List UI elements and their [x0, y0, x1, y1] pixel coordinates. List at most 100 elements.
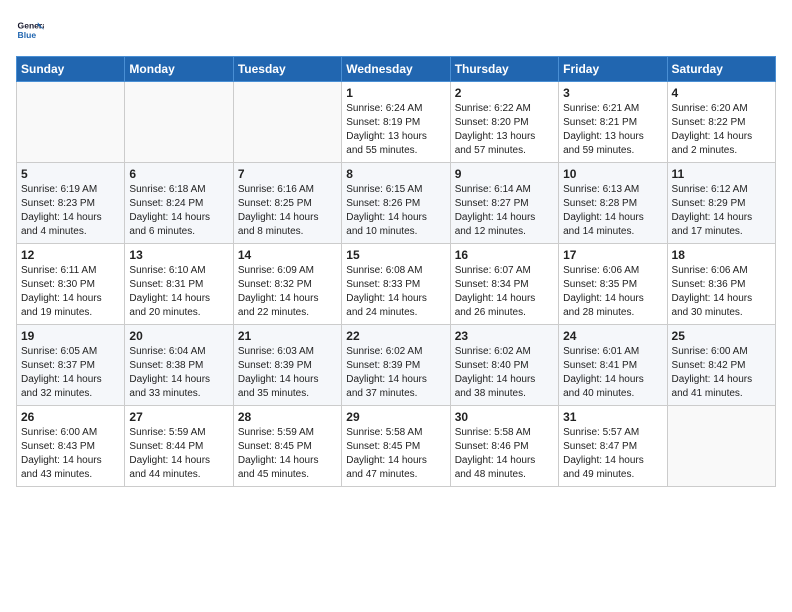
calendar-cell: 30 Sunrise: 5:58 AMSunset: 8:46 PMDayligh… — [450, 406, 558, 487]
day-number: 7 — [238, 167, 337, 181]
day-number: 26 — [21, 410, 120, 424]
calendar-cell: 14 Sunrise: 6:09 AMSunset: 8:32 PMDayligh… — [233, 244, 341, 325]
day-number: 28 — [238, 410, 337, 424]
calendar-table: SundayMondayTuesdayWednesdayThursdayFrid… — [16, 56, 776, 487]
calendar-cell: 6 Sunrise: 6:18 AMSunset: 8:24 PMDaylight… — [125, 163, 233, 244]
day-number: 20 — [129, 329, 228, 343]
calendar-cell: 17 Sunrise: 6:06 AMSunset: 8:35 PMDayligh… — [559, 244, 667, 325]
calendar-cell: 8 Sunrise: 6:15 AMSunset: 8:26 PMDaylight… — [342, 163, 450, 244]
cell-info: Sunrise: 6:24 AMSunset: 8:19 PMDaylight:… — [346, 102, 445, 158]
calendar-header-row: SundayMondayTuesdayWednesdayThursdayFrid… — [17, 57, 776, 82]
day-header-thursday: Thursday — [450, 57, 558, 82]
calendar-cell: 19 Sunrise: 6:05 AMSunset: 8:37 PMDayligh… — [17, 325, 125, 406]
day-number: 30 — [455, 410, 554, 424]
day-number: 13 — [129, 248, 228, 262]
day-number: 23 — [455, 329, 554, 343]
cell-info: Sunrise: 6:18 AMSunset: 8:24 PMDaylight:… — [129, 183, 228, 239]
calendar-cell: 18 Sunrise: 6:06 AMSunset: 8:36 PMDayligh… — [667, 244, 775, 325]
calendar-cell: 4 Sunrise: 6:20 AMSunset: 8:22 PMDaylight… — [667, 82, 775, 163]
cell-info: Sunrise: 6:01 AMSunset: 8:41 PMDaylight:… — [563, 345, 662, 401]
svg-text:Blue: Blue — [18, 30, 37, 40]
calendar-cell: 29 Sunrise: 5:58 AMSunset: 8:45 PMDayligh… — [342, 406, 450, 487]
day-header-tuesday: Tuesday — [233, 57, 341, 82]
day-header-saturday: Saturday — [667, 57, 775, 82]
calendar-cell: 1 Sunrise: 6:24 AMSunset: 8:19 PMDaylight… — [342, 82, 450, 163]
calendar-cell: 23 Sunrise: 6:02 AMSunset: 8:40 PMDayligh… — [450, 325, 558, 406]
day-number: 19 — [21, 329, 120, 343]
cell-info: Sunrise: 6:10 AMSunset: 8:31 PMDaylight:… — [129, 264, 228, 320]
logo: General Blue — [16, 16, 44, 44]
day-number: 22 — [346, 329, 445, 343]
calendar-cell: 9 Sunrise: 6:14 AMSunset: 8:27 PMDaylight… — [450, 163, 558, 244]
day-number: 11 — [672, 167, 771, 181]
day-number: 25 — [672, 329, 771, 343]
cell-info: Sunrise: 6:21 AMSunset: 8:21 PMDaylight:… — [563, 102, 662, 158]
day-number: 24 — [563, 329, 662, 343]
calendar-cell — [17, 82, 125, 163]
calendar-cell: 26Sunrise: 6:00 AMSunset: 8:43 PMDayligh… — [17, 406, 125, 487]
cell-info: Sunrise: 6:20 AMSunset: 8:22 PMDaylight:… — [672, 102, 771, 158]
day-number: 27 — [129, 410, 228, 424]
calendar-cell: 24 Sunrise: 6:01 AMSunset: 8:41 PMDayligh… — [559, 325, 667, 406]
day-number: 31 — [563, 410, 662, 424]
logo-icon: General Blue — [16, 16, 44, 44]
calendar-cell: 28 Sunrise: 5:59 AMSunset: 8:45 PMDayligh… — [233, 406, 341, 487]
calendar-week-row: 26Sunrise: 6:00 AMSunset: 8:43 PMDayligh… — [17, 406, 776, 487]
cell-info: Sunrise: 6:04 AMSunset: 8:38 PMDaylight:… — [129, 345, 228, 401]
calendar-cell: 21 Sunrise: 6:03 AMSunset: 8:39 PMDayligh… — [233, 325, 341, 406]
calendar-cell: 10 Sunrise: 6:13 AMSunset: 8:28 PMDayligh… — [559, 163, 667, 244]
cell-info: Sunrise: 6:05 AMSunset: 8:37 PMDaylight:… — [21, 345, 120, 401]
day-number: 3 — [563, 86, 662, 100]
cell-info: Sunrise: 5:59 AMSunset: 8:45 PMDaylight:… — [238, 426, 337, 482]
day-header-monday: Monday — [125, 57, 233, 82]
day-number: 10 — [563, 167, 662, 181]
calendar-cell: 11 Sunrise: 6:12 AMSunset: 8:29 PMDayligh… — [667, 163, 775, 244]
cell-info: Sunrise: 5:58 AMSunset: 8:45 PMDaylight:… — [346, 426, 445, 482]
cell-info: Sunrise: 5:58 AMSunset: 8:46 PMDaylight:… — [455, 426, 554, 482]
cell-info: Sunrise: 6:19 AMSunset: 8:23 PMDaylight:… — [21, 183, 120, 239]
cell-info: Sunrise: 6:14 AMSunset: 8:27 PMDaylight:… — [455, 183, 554, 239]
day-number: 21 — [238, 329, 337, 343]
cell-info: Sunrise: 6:11 AMSunset: 8:30 PMDaylight:… — [21, 264, 120, 320]
day-number: 12 — [21, 248, 120, 262]
calendar-week-row: 5 Sunrise: 6:19 AMSunset: 8:23 PMDaylight… — [17, 163, 776, 244]
cell-info: Sunrise: 6:22 AMSunset: 8:20 PMDaylight:… — [455, 102, 554, 158]
day-number: 8 — [346, 167, 445, 181]
cell-info: Sunrise: 6:00 AMSunset: 8:42 PMDaylight:… — [672, 345, 771, 401]
calendar-cell — [125, 82, 233, 163]
day-number: 5 — [21, 167, 120, 181]
cell-info: Sunrise: 6:13 AMSunset: 8:28 PMDaylight:… — [563, 183, 662, 239]
day-header-wednesday: Wednesday — [342, 57, 450, 82]
calendar-cell: 3 Sunrise: 6:21 AMSunset: 8:21 PMDaylight… — [559, 82, 667, 163]
cell-info: Sunrise: 6:08 AMSunset: 8:33 PMDaylight:… — [346, 264, 445, 320]
day-number: 2 — [455, 86, 554, 100]
day-number: 29 — [346, 410, 445, 424]
day-number: 17 — [563, 248, 662, 262]
cell-info: Sunrise: 6:03 AMSunset: 8:39 PMDaylight:… — [238, 345, 337, 401]
day-header-sunday: Sunday — [17, 57, 125, 82]
calendar-cell: 22Sunrise: 6:02 AMSunset: 8:39 PMDayligh… — [342, 325, 450, 406]
cell-info: Sunrise: 6:12 AMSunset: 8:29 PMDaylight:… — [672, 183, 771, 239]
day-number: 14 — [238, 248, 337, 262]
cell-info: Sunrise: 6:09 AMSunset: 8:32 PMDaylight:… — [238, 264, 337, 320]
cell-info: Sunrise: 6:06 AMSunset: 8:36 PMDaylight:… — [672, 264, 771, 320]
day-number: 4 — [672, 86, 771, 100]
cell-info: Sunrise: 6:07 AMSunset: 8:34 PMDaylight:… — [455, 264, 554, 320]
cell-info: Sunrise: 6:15 AMSunset: 8:26 PMDaylight:… — [346, 183, 445, 239]
calendar-cell: 2 Sunrise: 6:22 AMSunset: 8:20 PMDaylight… — [450, 82, 558, 163]
day-number: 18 — [672, 248, 771, 262]
calendar-cell: 25 Sunrise: 6:00 AMSunset: 8:42 PMDayligh… — [667, 325, 775, 406]
cell-info: Sunrise: 6:16 AMSunset: 8:25 PMDaylight:… — [238, 183, 337, 239]
calendar-cell: 15 Sunrise: 6:08 AMSunset: 8:33 PMDayligh… — [342, 244, 450, 325]
calendar-cell: 27Sunrise: 5:59 AMSunset: 8:44 PMDayligh… — [125, 406, 233, 487]
calendar-cell: 7 Sunrise: 6:16 AMSunset: 8:25 PMDaylight… — [233, 163, 341, 244]
day-number: 1 — [346, 86, 445, 100]
day-number: 6 — [129, 167, 228, 181]
calendar-week-row: 12 Sunrise: 6:11 AMSunset: 8:30 PMDayligh… — [17, 244, 776, 325]
day-number: 9 — [455, 167, 554, 181]
cell-info: Sunrise: 6:06 AMSunset: 8:35 PMDaylight:… — [563, 264, 662, 320]
cell-info: Sunrise: 6:02 AMSunset: 8:40 PMDaylight:… — [455, 345, 554, 401]
cell-info: Sunrise: 5:57 AMSunset: 8:47 PMDaylight:… — [563, 426, 662, 482]
day-number: 15 — [346, 248, 445, 262]
day-header-friday: Friday — [559, 57, 667, 82]
